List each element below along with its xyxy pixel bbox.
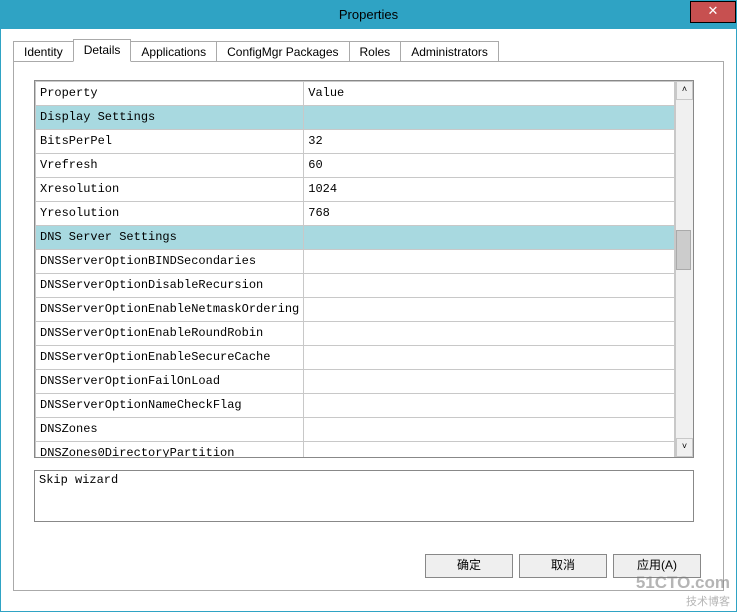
- cell-value[interactable]: 1024: [304, 178, 675, 202]
- vertical-scrollbar[interactable]: ˄ ˅: [675, 81, 693, 457]
- cell-property[interactable]: DNSServerOptionEnableNetmaskOrdering: [36, 298, 304, 322]
- cell-value[interactable]: [304, 418, 675, 442]
- table-row[interactable]: BitsPerPel32: [36, 130, 675, 154]
- close-button[interactable]: ✕: [690, 1, 736, 23]
- table-row[interactable]: DNSServerOptionEnableNetmaskOrdering: [36, 298, 675, 322]
- cell-property[interactable]: Display Settings: [36, 106, 304, 130]
- table-row[interactable]: DNSServerOptionNameCheckFlag: [36, 394, 675, 418]
- watermark-line1: 51CTO.com: [636, 573, 730, 592]
- header-property[interactable]: Property: [36, 82, 304, 106]
- cell-value[interactable]: 60: [304, 154, 675, 178]
- watermark-line2: 技术博客: [636, 593, 730, 609]
- header-row: Property Value: [36, 82, 675, 106]
- cell-value[interactable]: [304, 346, 675, 370]
- cell-value[interactable]: [304, 274, 675, 298]
- scroll-up-arrow-icon[interactable]: ˄: [676, 81, 693, 100]
- cell-property[interactable]: DNSServerOptionNameCheckFlag: [36, 394, 304, 418]
- cell-property[interactable]: Xresolution: [36, 178, 304, 202]
- scroll-track[interactable]: [676, 100, 693, 438]
- cell-property[interactable]: Yresolution: [36, 202, 304, 226]
- cell-value[interactable]: [304, 442, 675, 458]
- table-row[interactable]: DNS Server Settings: [36, 226, 675, 250]
- cell-property[interactable]: DNSServerOptionEnableRoundRobin: [36, 322, 304, 346]
- description-box: Skip wizard: [34, 470, 694, 522]
- cell-property[interactable]: DNSZones: [36, 418, 304, 442]
- scroll-down-arrow-icon[interactable]: ˅: [676, 438, 693, 457]
- cell-property[interactable]: DNSServerOptionFailOnLoad: [36, 370, 304, 394]
- cell-property[interactable]: DNSZones0DirectoryPartition: [36, 442, 304, 458]
- table-row[interactable]: DNSServerOptionDisableRecursion: [36, 274, 675, 298]
- table-row[interactable]: DNSZones0DirectoryPartition: [36, 442, 675, 458]
- table-row[interactable]: DNSZones: [36, 418, 675, 442]
- description-text: Skip wizard: [39, 473, 118, 487]
- cell-property[interactable]: Vrefresh: [36, 154, 304, 178]
- header-value[interactable]: Value: [304, 82, 675, 106]
- cell-value[interactable]: [304, 106, 675, 130]
- watermark: 51CTO.com 技术博客: [636, 573, 730, 609]
- cell-property[interactable]: DNSServerOptionBINDSecondaries: [36, 250, 304, 274]
- property-grid-body: Property Value Display SettingsBitsPerPe…: [35, 81, 675, 457]
- cell-value[interactable]: [304, 250, 675, 274]
- property-grid-wrap: Property Value Display SettingsBitsPerPe…: [34, 80, 703, 458]
- cell-property[interactable]: DNS Server Settings: [36, 226, 304, 250]
- cell-value[interactable]: [304, 226, 675, 250]
- window-title: Properties: [339, 1, 398, 29]
- table-row[interactable]: DNSServerOptionFailOnLoad: [36, 370, 675, 394]
- table-row[interactable]: DNSServerOptionBINDSecondaries: [36, 250, 675, 274]
- tab-roles[interactable]: Roles: [349, 41, 402, 62]
- cell-value[interactable]: [304, 322, 675, 346]
- cell-property[interactable]: BitsPerPel: [36, 130, 304, 154]
- table-row[interactable]: Display Settings: [36, 106, 675, 130]
- close-icon: ✕: [708, 3, 719, 18]
- client-area: Identity Details Applications ConfigMgr …: [1, 29, 736, 611]
- scroll-thumb[interactable]: [676, 230, 691, 270]
- table-row[interactable]: Xresolution1024: [36, 178, 675, 202]
- tab-panel: Property Value Display SettingsBitsPerPe…: [13, 61, 724, 591]
- tab-details[interactable]: Details: [73, 39, 132, 62]
- table-row[interactable]: DNSServerOptionEnableRoundRobin: [36, 322, 675, 346]
- cancel-button[interactable]: 取消: [519, 554, 607, 578]
- cell-property[interactable]: DNSServerOptionEnableSecureCache: [36, 346, 304, 370]
- tabs-row: Identity Details Applications ConfigMgr …: [13, 39, 724, 61]
- table-row[interactable]: Vrefresh60: [36, 154, 675, 178]
- cell-property[interactable]: DNSServerOptionDisableRecursion: [36, 274, 304, 298]
- tab-administrators[interactable]: Administrators: [400, 41, 499, 62]
- cell-value[interactable]: [304, 370, 675, 394]
- titlebar: Properties ✕: [1, 1, 736, 29]
- properties-window: Properties ✕ Identity Details Applicatio…: [0, 0, 737, 612]
- tab-identity[interactable]: Identity: [13, 41, 74, 62]
- table-row[interactable]: Yresolution768: [36, 202, 675, 226]
- table-row[interactable]: DNSServerOptionEnableSecureCache: [36, 346, 675, 370]
- cell-value[interactable]: [304, 298, 675, 322]
- ok-button[interactable]: 确定: [425, 554, 513, 578]
- property-grid: Property Value Display SettingsBitsPerPe…: [34, 80, 694, 458]
- tab-applications[interactable]: Applications: [130, 41, 217, 62]
- cell-value[interactable]: 768: [304, 202, 675, 226]
- tab-configmgr-packages[interactable]: ConfigMgr Packages: [216, 41, 349, 62]
- cell-value[interactable]: 32: [304, 130, 675, 154]
- cell-value[interactable]: [304, 394, 675, 418]
